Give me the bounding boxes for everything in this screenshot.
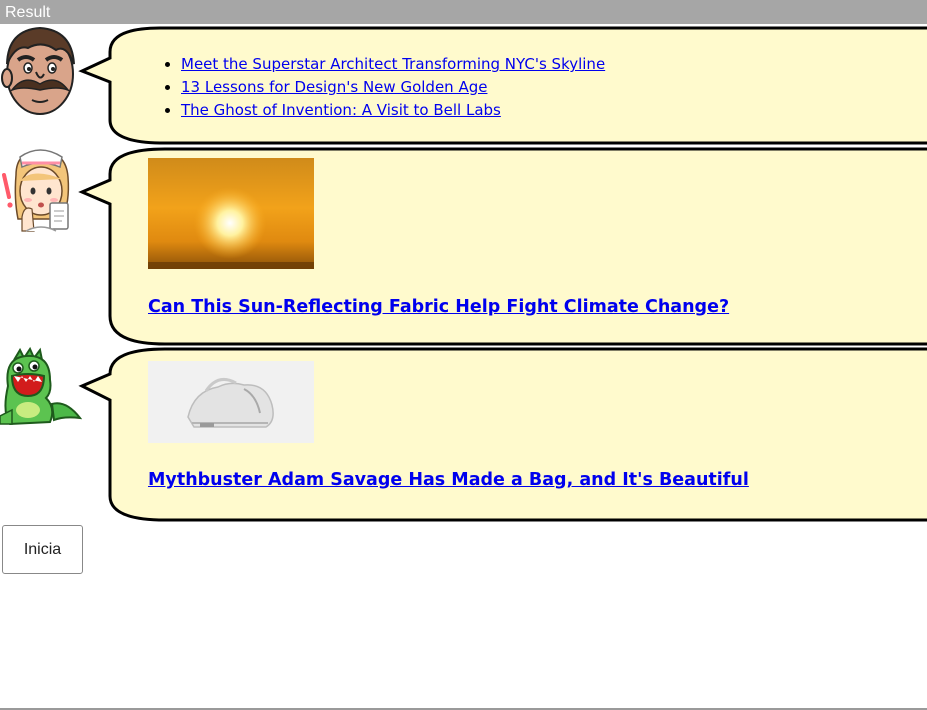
- article-link[interactable]: Meet the Superstar Architect Transformin…: [181, 55, 605, 73]
- article-link-list: Meet the Superstar Architect Transformin…: [161, 53, 605, 122]
- article-link[interactable]: 13 Lessons for Design's New Golden Age: [181, 78, 487, 96]
- speech-bubble-links: Meet the Superstar Architect Transformin…: [0, 24, 927, 148]
- list-item: The Ghost of Invention: A Visit to Bell …: [181, 99, 605, 122]
- result-title: Result: [5, 4, 51, 21]
- list-item: Meet the Superstar Architect Transformin…: [181, 53, 605, 76]
- speech-bubble-story-2: Mythbuster Adam Savage Has Made a Bag, a…: [0, 346, 927, 524]
- list-item: 13 Lessons for Design's New Golden Age: [181, 76, 605, 99]
- story-headline-link[interactable]: Mythbuster Adam Savage Has Made a Bag, a…: [148, 470, 749, 490]
- speech-bubble-story-1: Can This Sun-Reflecting Fabric Help Figh…: [0, 146, 927, 348]
- start-button[interactable]: Inicia: [2, 525, 83, 574]
- article-link[interactable]: The Ghost of Invention: A Visit to Bell …: [181, 101, 501, 119]
- orange-sun-photo[interactable]: [148, 158, 314, 269]
- story-headline-link[interactable]: Can This Sun-Reflecting Fabric Help Figh…: [148, 297, 729, 317]
- white-bag-photo[interactable]: [148, 361, 314, 443]
- result-header-bar: Result: [0, 0, 927, 24]
